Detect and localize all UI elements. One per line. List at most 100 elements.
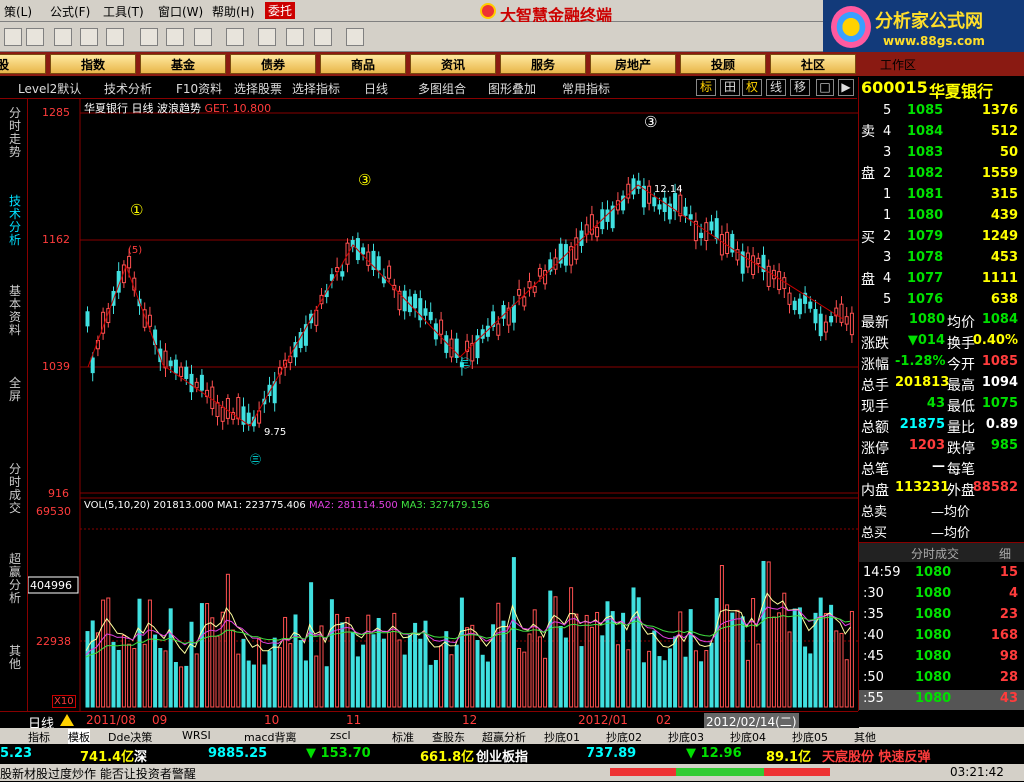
btn-move[interactable]: 移: [790, 79, 810, 96]
func-technical[interactable]: 技术分析: [104, 80, 152, 97]
period-up-icon[interactable]: [60, 714, 74, 726]
candle: [631, 178, 636, 195]
cat-realestate[interactable]: 房地产: [590, 54, 676, 74]
indicator-tab[interactable]: 抄底04: [730, 729, 766, 745]
func-select-indicator[interactable]: 选择指标: [292, 80, 340, 97]
volume-bar: [402, 654, 407, 708]
volume-bar: [267, 650, 272, 708]
diamond-icon[interactable]: [166, 28, 184, 46]
ticks-header-btn[interactable]: 细: [999, 545, 1011, 562]
func-common-indicators[interactable]: 常用指标: [562, 80, 610, 97]
stat-label: 换手: [947, 336, 975, 352]
status-lights: [610, 768, 830, 776]
menu-ce[interactable]: 策(L): [4, 3, 32, 20]
help-pointer-icon[interactable]: [346, 28, 364, 46]
indicator-tab[interactable]: 指标: [28, 729, 50, 745]
btn-line[interactable]: 线: [766, 79, 786, 96]
volume-bar: [194, 653, 199, 708]
sync-icon[interactable]: [194, 28, 212, 46]
ltab-basic[interactable]: 基本资料: [9, 285, 23, 337]
ticks-header-title: 分时成交: [911, 547, 960, 561]
btn-rights[interactable]: 权: [742, 79, 762, 96]
btn-mark[interactable]: 标: [696, 79, 716, 96]
cat-commodity[interactable]: 商品: [320, 54, 406, 74]
indicator-tab[interactable]: zscl: [330, 729, 351, 742]
func-overlay[interactable]: 图形叠加: [488, 80, 536, 97]
logo-url: www.88gs.com: [883, 34, 985, 48]
func-multi-chart[interactable]: 多图组合: [418, 80, 466, 97]
stat-label: 涨跌: [861, 336, 889, 352]
ltab-chaoying[interactable]: 超赢分析: [9, 553, 23, 605]
indicator-tab[interactable]: Dde决策: [108, 729, 152, 745]
menu-help[interactable]: 帮助(H): [212, 3, 254, 20]
tick-12: 12: [462, 713, 478, 727]
chart-stock-name: 华夏银行: [84, 102, 128, 115]
window-icon[interactable]: [286, 28, 304, 46]
volume-bar: [319, 625, 324, 708]
ask-price: 1085: [907, 103, 944, 118]
volume-bar: [163, 650, 168, 708]
indicator-tab[interactable]: 模板: [68, 729, 90, 745]
link-icon[interactable]: [226, 28, 244, 46]
cat-stock[interactable]: 股: [0, 54, 46, 74]
ltab-fullscreen[interactable]: 全屏: [9, 377, 23, 403]
menu-trade[interactable]: 委托: [265, 2, 296, 19]
alert-icon[interactable]: [106, 28, 124, 46]
stat-label: 今开: [947, 357, 975, 373]
indicator-tab[interactable]: WRSI: [182, 729, 211, 742]
indicator-tab[interactable]: 抄底05: [792, 729, 828, 745]
indicator-tab[interactable]: 抄底03: [668, 729, 704, 745]
price-label-916: 916: [48, 487, 69, 500]
tick-2012-01: 2012/01: [578, 713, 628, 727]
chart-area[interactable]: 华夏银行 日线 波浪趋势 GET: 10.800 1285 1162 1039 …: [27, 99, 858, 711]
ltab-timeshare[interactable]: 分时走势: [9, 107, 23, 159]
menu-formula[interactable]: 公式(F): [50, 3, 90, 20]
indicator-tab[interactable]: macd背离: [244, 729, 297, 745]
binoculars-icon[interactable]: [80, 28, 98, 46]
workspace-label[interactable]: 工作区: [880, 56, 916, 73]
index-item: 5.23: [0, 746, 33, 761]
indicator-tab[interactable]: 查股东: [432, 729, 465, 745]
volume-bar: [652, 630, 657, 708]
btn-grid[interactable]: 田: [720, 79, 740, 96]
grid-icon[interactable]: [54, 28, 72, 46]
ask-level: 2: [883, 166, 892, 181]
ltab-technical[interactable]: 技术分析: [9, 195, 23, 247]
print-icon[interactable]: [258, 28, 276, 46]
chart-icon[interactable]: [26, 28, 44, 46]
price-label-1285: 1285: [42, 106, 70, 119]
cat-advisor[interactable]: 投顾: [680, 54, 766, 74]
volume-bar: [309, 582, 314, 708]
indicator-tab[interactable]: 其他: [854, 729, 876, 745]
indicator-tab[interactable]: 抄底02: [606, 729, 642, 745]
flag-icon[interactable]: [140, 28, 158, 46]
vol-ma3: MA3: 327479.156: [400, 500, 490, 511]
cat-bond[interactable]: 债券: [230, 54, 316, 74]
cat-fund[interactable]: 基金: [140, 54, 226, 74]
candle: [699, 232, 704, 239]
indicator-tab[interactable]: 标准: [392, 729, 414, 745]
cat-index[interactable]: 指数: [50, 54, 136, 74]
menu-window[interactable]: 窗口(W): [158, 3, 203, 20]
indicator-tab[interactable]: 抄底01: [544, 729, 580, 745]
cat-service[interactable]: 服务: [500, 54, 586, 74]
menu-tools[interactable]: 工具(T): [103, 3, 144, 20]
btn-box[interactable]: □: [816, 79, 834, 96]
indicator-tab[interactable]: 超赢分析: [482, 729, 526, 745]
ltab-other[interactable]: 其他: [9, 645, 23, 671]
func-daily[interactable]: 日线: [364, 80, 388, 97]
books-icon[interactable]: [314, 28, 332, 46]
func-level2[interactable]: Level2默认: [18, 80, 81, 97]
func-select-stock[interactable]: 选择股票: [234, 80, 282, 97]
btn-next[interactable]: ▶: [838, 79, 854, 96]
news-scroll[interactable]: 股新材股过度炒作 能否让投资者警醒: [0, 765, 196, 782]
kline-chart[interactable]: [27, 99, 858, 711]
cat-news[interactable]: 资讯: [410, 54, 496, 74]
tick-volume: 43: [999, 691, 1018, 706]
cat-community[interactable]: 社区: [770, 54, 856, 74]
back-icon[interactable]: [4, 28, 22, 46]
volume-bar: [553, 596, 558, 708]
func-f10[interactable]: F10资料: [176, 80, 222, 97]
ltab-trades[interactable]: 分时成交: [9, 463, 23, 515]
tick-time: :55: [863, 691, 884, 706]
